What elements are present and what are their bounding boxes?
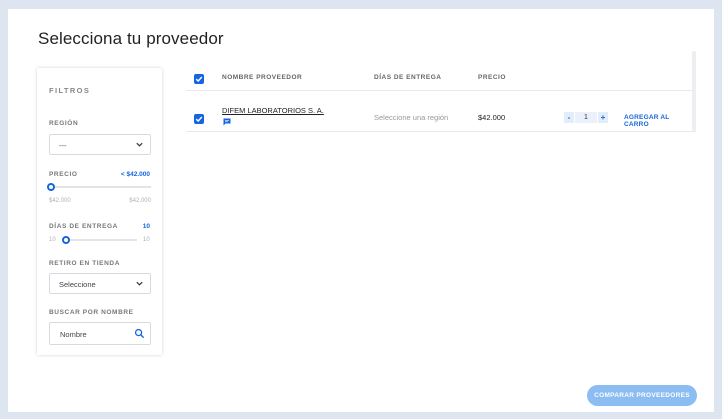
column-delivery: DÍAS DE ENTREGA	[374, 74, 442, 81]
chat-icon[interactable]	[223, 118, 231, 126]
provider-card: Selecciona tu proveedor FILTROS REGIÓN -…	[8, 9, 714, 412]
compare-providers-button[interactable]: COMPARAR PROVEEDORES	[587, 385, 697, 406]
delivery-label: DÍAS DE ENTREGA	[49, 223, 118, 230]
region-label: REGIÓN	[49, 120, 79, 127]
select-all-checkbox[interactable]	[194, 74, 204, 84]
price-cell: $42.000	[478, 113, 506, 122]
decrement-button[interactable]: -	[564, 112, 574, 123]
price-label: PRECIO	[49, 171, 78, 178]
check-icon	[195, 116, 203, 122]
delivery-max: 10	[143, 237, 150, 243]
column-price: PRECIO	[478, 74, 506, 81]
pickup-select[interactable]: Seleccione	[49, 273, 151, 294]
price-min: $42.000	[49, 198, 71, 204]
increment-button[interactable]: +	[598, 112, 608, 123]
page-title: Selecciona tu proveedor	[38, 29, 224, 48]
add-to-cart-button[interactable]: AGREGAR AL CARRO	[624, 114, 696, 128]
region-selected: ---	[59, 141, 67, 150]
search-placeholder: Nombre	[60, 330, 87, 339]
delivery-slider-thumb[interactable]	[62, 236, 70, 244]
row-divider	[186, 131, 696, 132]
pickup-selected: Seleccione	[59, 280, 96, 289]
chevron-down-icon	[136, 281, 143, 286]
price-range: $42.000 $42.000	[49, 198, 151, 204]
search-label: BUSCAR POR NOMBRE	[49, 309, 134, 316]
filters-title: FILTROS	[49, 86, 91, 95]
column-name: NOMBRE PROVEEDOR	[222, 74, 303, 81]
delivery-cell: Seleccione una región	[374, 113, 449, 122]
row-checkbox[interactable]	[194, 114, 204, 124]
region-select[interactable]: ---	[49, 134, 151, 155]
delivery-slider-track[interactable]	[63, 239, 137, 241]
provider-name-link[interactable]: DIFEM LABORATORIOS S. A.	[222, 106, 324, 115]
delivery-value: 10	[142, 223, 150, 230]
quantity-value[interactable]: 1	[575, 112, 597, 123]
price-max: $42.000	[129, 198, 151, 204]
delivery-min: 10	[49, 237, 56, 243]
quantity-stepper[interactable]: - 1 +	[564, 112, 618, 123]
filters-panel: FILTROS REGIÓN --- PRECIO < $42.000 $42.…	[37, 68, 162, 355]
price-slider-track[interactable]	[51, 186, 151, 188]
table-scrollbar[interactable]	[692, 51, 696, 131]
chevron-down-icon	[136, 142, 143, 147]
search-icon[interactable]	[134, 328, 145, 339]
pickup-label: RETIRO EN TIENDA	[49, 260, 120, 267]
check-icon	[195, 76, 203, 82]
price-slider-thumb[interactable]	[47, 183, 55, 191]
search-input[interactable]: Nombre	[49, 322, 151, 345]
price-value: < $42.000	[120, 171, 150, 178]
header-divider	[186, 90, 696, 91]
